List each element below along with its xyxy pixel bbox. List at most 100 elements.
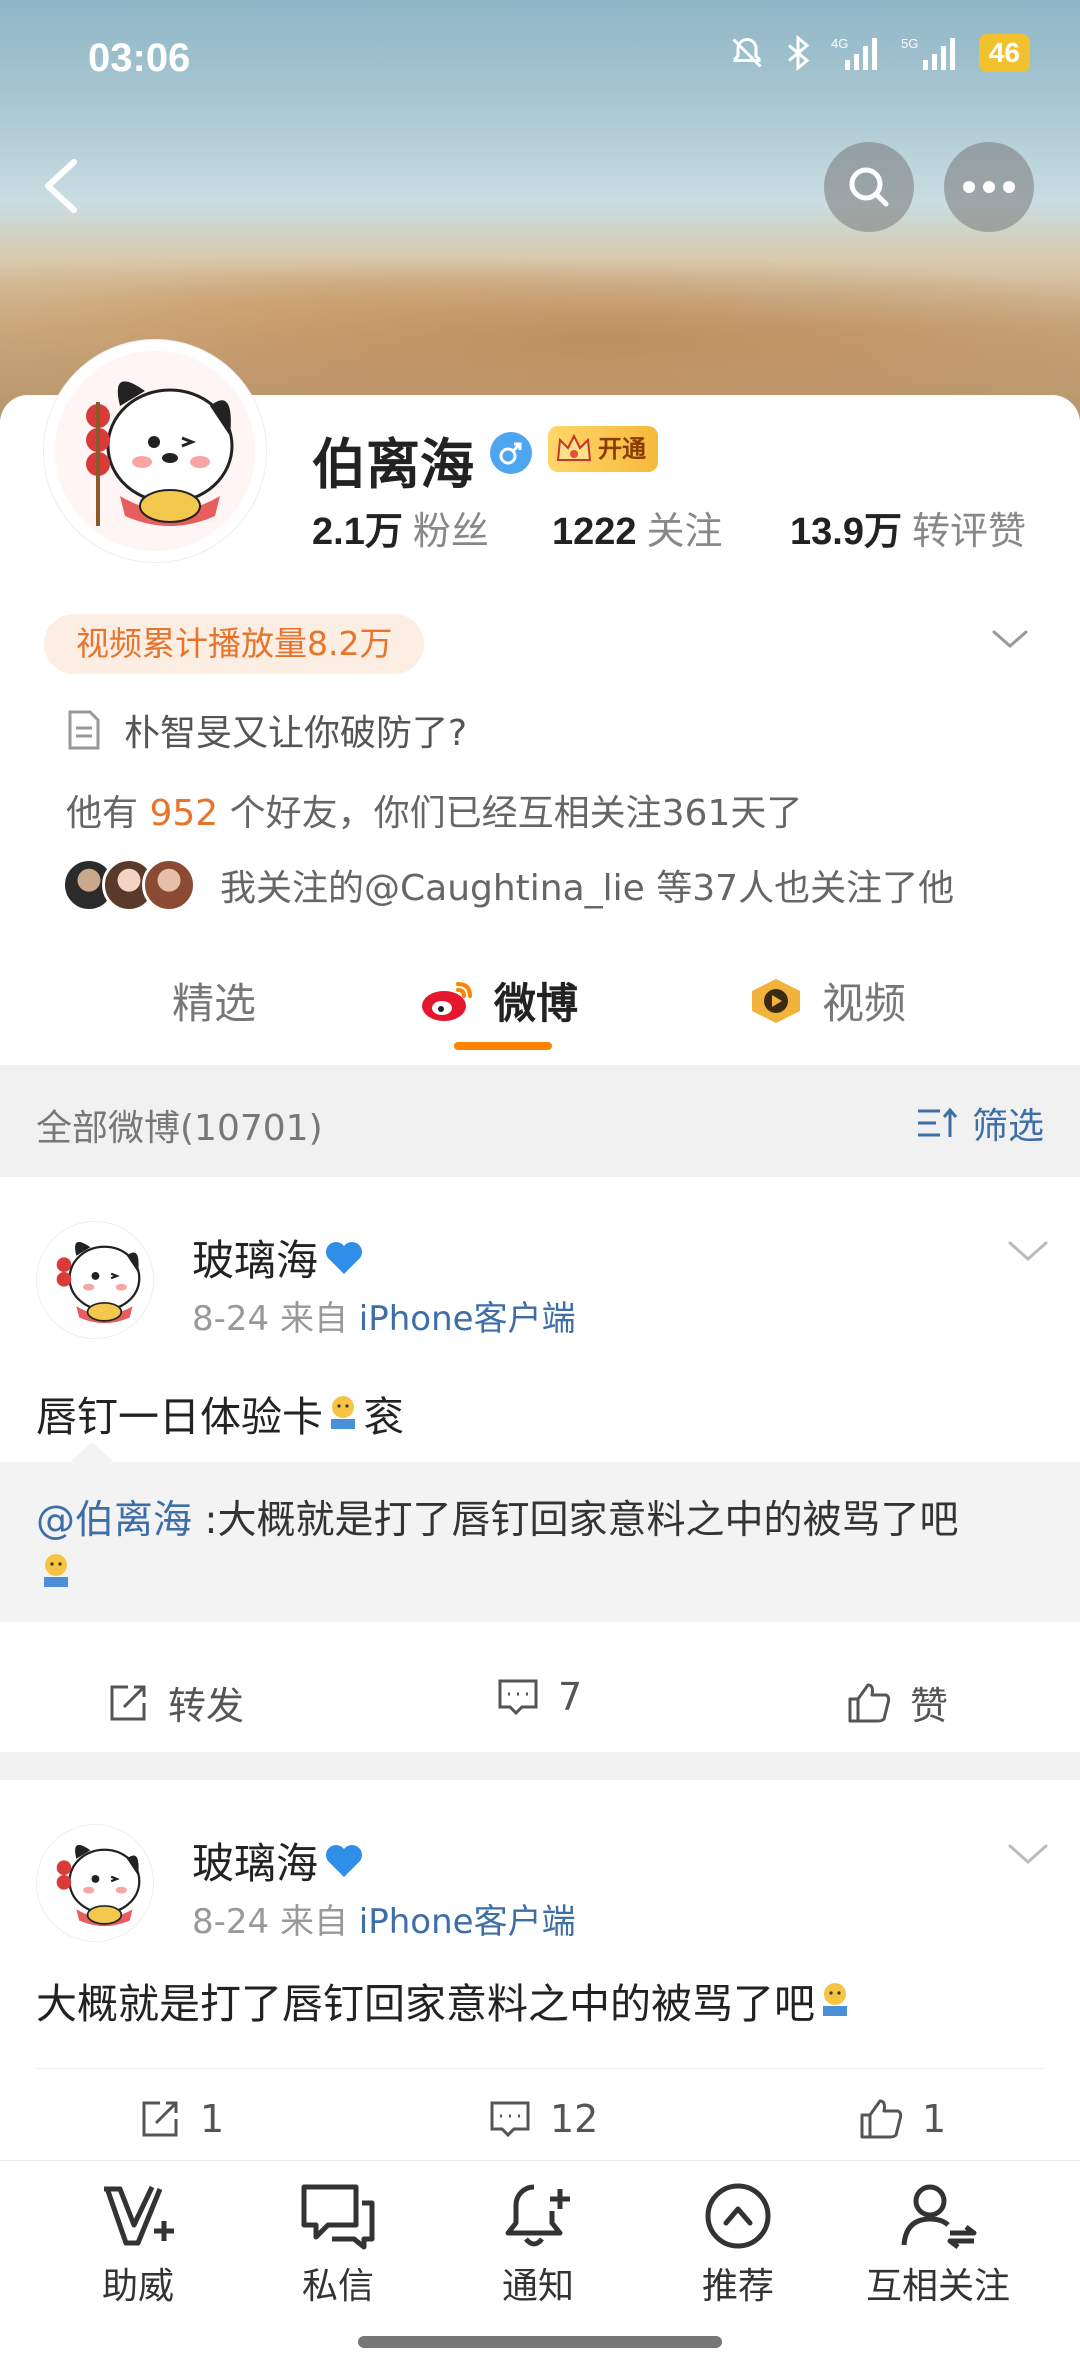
post-text-before: 大概就是打了唇钉回家意料之中的被骂了吧 [36,1980,815,2028]
mini-avatar [142,858,196,912]
mutual-follow-label: 互相关注 [865,2266,1010,2307]
vip-open-badge[interactable]: 开通 [548,426,658,472]
post-from: 来自 [279,1902,348,1942]
profile-name: 伯离海 [312,433,474,496]
comment-icon [498,1679,538,1716]
post-card[interactable]: 玻璃海 8-24 来自 iPhone客户端 大概就是打了唇钉回家意料之中的被骂了… [0,1780,1080,2172]
quoted-post[interactable]: @伯离海 :大概就是打了唇钉回家意料之中的被骂了吧 [0,1462,1080,1622]
chevron-down-icon [992,630,1028,648]
mutual-follow-icon [901,2184,977,2249]
post-options-button[interactable] [1006,1239,1050,1269]
tab-featured[interactable]: 精选 [172,970,256,1031]
like-label: 赞 [910,1684,949,1728]
profile-tabs: 精选 微博 视频 [0,950,1080,1065]
post-source[interactable]: iPhone客户端 [359,1299,576,1339]
recommend-label: 推荐 [701,2266,774,2307]
followers-label: 粉丝 [412,509,489,553]
post-meta: 8-24 来自 iPhone客户端 [192,1291,576,1340]
home-indicator[interactable] [358,2336,722,2348]
like-button[interactable]: 赞 [846,1675,948,1730]
repost-icon [142,2101,178,2137]
recommend-button[interactable]: 推荐 [658,2181,818,2309]
quote-body: :大概就是打了唇钉回家意料之中的被骂了吧 [192,1498,959,1543]
tab-video[interactable]: 视频 [748,970,906,1031]
bluetooth-icon [787,35,810,71]
following-label: 关注 [646,509,723,553]
thumbs-up-icon [860,2099,903,2139]
repost-count: 1 [200,2097,225,2141]
avatar-puppy-illustration [50,346,260,556]
battery-indicator: 46 [978,34,1030,72]
quote-notch [70,1442,114,1462]
post-options-button[interactable] [1006,1842,1050,1872]
stat-followers[interactable]: 2.1万 粉丝 [312,500,592,555]
back-button[interactable] [30,150,90,220]
comment-button[interactable]: 12 [488,2097,598,2141]
svg-text:5G: 5G [901,36,918,51]
post-date: 8-24 [192,1902,270,1942]
friends-prefix: 他有 [66,793,139,834]
friends-count[interactable]: 952 [149,793,218,834]
mute-bell-icon [732,37,762,68]
post-text: 唇钉一日体验卡 衮 [36,1383,404,1443]
chevron-left-icon [45,159,77,213]
bell-plus-icon [505,2184,570,2247]
expand-profile-button[interactable] [990,628,1030,656]
interactions-count: 13.9万 [790,511,902,553]
repost-button[interactable]: 转发 [106,1675,244,1730]
filter-icon [917,1107,958,1137]
followers-count: 2.1万 [312,511,403,553]
author-name-text: 玻璃海 [192,1236,319,1285]
notify-label: 通知 [501,2266,574,2307]
post-source[interactable]: iPhone客户端 [359,1902,576,1942]
post-author-avatar[interactable] [36,1824,154,1942]
boost-button[interactable]: 助威 [58,2181,218,2309]
search-button[interactable] [824,142,914,232]
post-card[interactable]: 玻璃海 8-24 来自 iPhone客户端 唇钉一日体验卡 衮 @伯离海 :大概… [0,1177,1080,1752]
comment-icon [490,2101,530,2138]
video-badge-icon [752,978,800,1023]
mutual-avatars [62,858,196,912]
bio-text: 朴智旻又让你破防了? [124,713,468,754]
avatar-puppy-illustration [37,1222,153,1338]
tab-featured-label: 精选 [172,979,257,1028]
crown-icon [556,433,592,461]
author-name-text: 玻璃海 [192,1839,319,1888]
post-from: 来自 [279,1299,348,1339]
stat-interactions[interactable]: 13.9万 转评赞 [790,500,1080,555]
mutual-follow-row[interactable]: 我关注的@Caughtina_lie 等37人也关注了他 [62,858,954,912]
post-author-avatar[interactable] [36,1221,154,1339]
video-plays-pill[interactable]: 视频累计播放量8.2万 [44,614,425,674]
vip-label: 开通 [598,435,646,463]
filter-bar: 全部微博(10701) 筛选 [0,1065,1080,1177]
emoji-icon [823,1983,847,2016]
blue-heart-icon [326,1844,363,1877]
more-dots-icon [963,181,1015,193]
status-bar: 03:06 4G 5G 46 [0,0,1080,120]
post-separator [0,1752,1080,1780]
notify-button[interactable]: 通知 [458,2181,618,2309]
more-button[interactable] [944,142,1034,232]
profile-avatar[interactable] [44,340,266,562]
filter-button[interactable]: 筛选 [916,1097,1044,1149]
post-author-name[interactable]: 玻璃海 [192,1830,364,1891]
like-button[interactable]: 1 [858,2097,946,2141]
repost-label: 转发 [168,1684,245,1728]
boost-v-icon [104,2185,174,2246]
bio-row: 朴智旻又让你破防了? [66,704,467,756]
friends-suffix: 个好友，你们已经互相关注361天了 [229,793,803,834]
quote-mention[interactable]: @伯离海 [36,1498,192,1543]
comment-count: 12 [550,2097,599,2141]
post-text: 大概就是打了唇钉回家意料之中的被骂了吧 [36,1970,855,2030]
tab-weibo-label: 微博 [494,979,579,1028]
status-time: 03:06 [88,36,191,80]
repost-button[interactable]: 1 [138,2097,224,2141]
document-icon [68,710,100,750]
mutual-follow-button[interactable]: 互相关注 [858,2181,1018,2309]
post-author-name[interactable]: 玻璃海 [192,1227,364,1288]
active-tab-indicator [454,1042,552,1050]
comment-button[interactable]: 7 [496,1675,582,1719]
message-button[interactable]: 私信 [258,2181,418,2309]
post-text-before: 唇钉一日体验卡 [36,1393,323,1441]
tab-weibo[interactable]: 微博 [420,970,578,1031]
